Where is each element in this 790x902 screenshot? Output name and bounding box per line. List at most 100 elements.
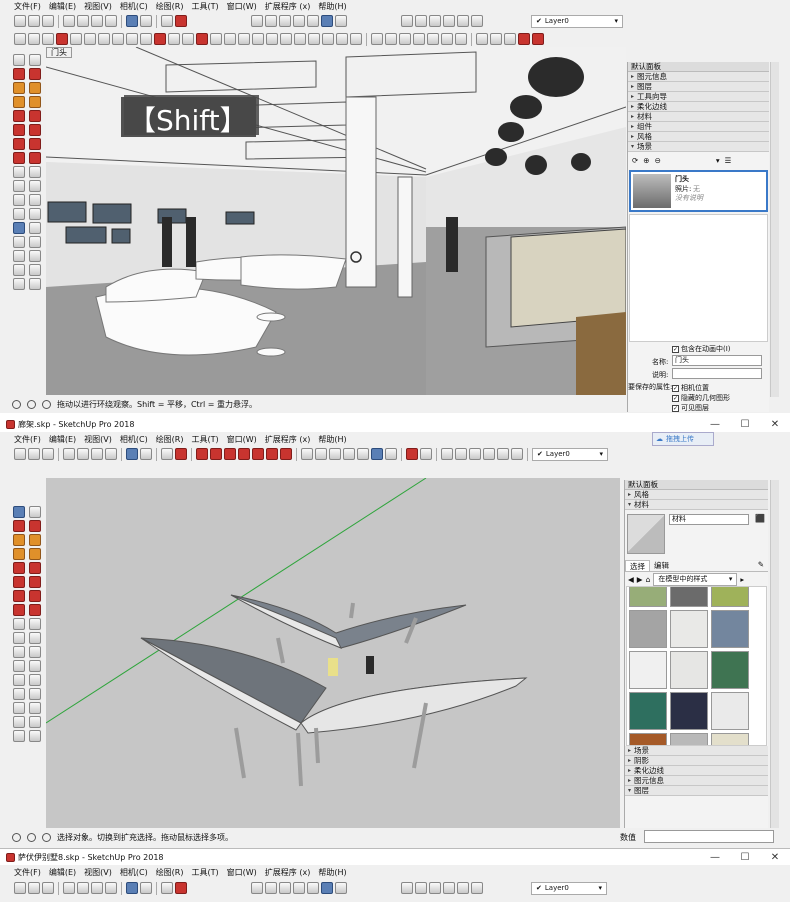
menu-help[interactable]: 帮助(H) bbox=[318, 867, 346, 878]
scale-icon[interactable] bbox=[252, 33, 264, 45]
maximize-button[interactable]: ☐ bbox=[730, 419, 760, 430]
hidden-line-icon[interactable] bbox=[293, 882, 305, 894]
material-swatch[interactable] bbox=[711, 651, 749, 689]
hidden-line-icon[interactable] bbox=[343, 448, 355, 460]
viewport[interactable]: 门头 【Shift】 bbox=[46, 47, 626, 395]
print-icon[interactable] bbox=[161, 448, 173, 460]
minimize-button[interactable]: — bbox=[700, 852, 730, 863]
paint-bucket-icon[interactable] bbox=[56, 33, 68, 45]
dim-tool-icon[interactable] bbox=[29, 180, 41, 192]
walk-icon[interactable] bbox=[490, 33, 502, 45]
back-icon[interactable]: ◀ bbox=[628, 575, 634, 584]
layer-dropdown[interactable]: ✔ Layer0 ▾ bbox=[531, 14, 623, 28]
sandbox-2-icon[interactable] bbox=[385, 33, 397, 45]
save-icon[interactable] bbox=[42, 15, 54, 27]
section-plane-icon[interactable] bbox=[406, 448, 418, 460]
refresh-icon[interactable]: ⟳ bbox=[632, 156, 638, 165]
offset-icon[interactable] bbox=[266, 33, 278, 45]
prop-layers-check[interactable]: ✓ 可见图层 bbox=[672, 403, 709, 412]
new-icon[interactable] bbox=[14, 448, 26, 460]
menu-view[interactable]: 视图(V) bbox=[84, 434, 112, 445]
zoom-extents-icon[interactable] bbox=[13, 702, 25, 714]
xray-icon[interactable] bbox=[251, 882, 263, 894]
tray-scrollbar[interactable] bbox=[770, 480, 779, 828]
iso-view-icon[interactable] bbox=[441, 448, 453, 460]
freehand-tool-icon[interactable] bbox=[29, 520, 41, 532]
material-swatch[interactable] bbox=[629, 587, 667, 607]
tape-tool-icon[interactable] bbox=[13, 632, 25, 644]
followme-tool-icon[interactable] bbox=[29, 152, 41, 164]
copy-icon[interactable] bbox=[77, 448, 89, 460]
arc2-tool-icon[interactable] bbox=[29, 562, 41, 574]
pie-icon[interactable] bbox=[182, 33, 194, 45]
tool-b-icon[interactable] bbox=[210, 448, 222, 460]
polygon-tool-icon[interactable] bbox=[29, 548, 41, 560]
menu-view[interactable]: 视图(V) bbox=[84, 1, 112, 12]
paste-icon[interactable] bbox=[91, 448, 103, 460]
menu-extensions[interactable]: 扩展程序 (x) bbox=[265, 1, 311, 12]
open-icon[interactable] bbox=[28, 448, 40, 460]
menu-draw[interactable]: 绘图(R) bbox=[156, 434, 184, 445]
front-view-icon[interactable] bbox=[429, 882, 441, 894]
move-tool-icon[interactable] bbox=[13, 138, 25, 150]
tray-scrollbar[interactable] bbox=[770, 62, 779, 397]
menu-icon[interactable]: ☰ bbox=[725, 156, 732, 165]
walk-tool-icon[interactable] bbox=[29, 264, 41, 276]
material-swatch[interactable] bbox=[711, 587, 749, 607]
tab-edit[interactable]: 编辑 bbox=[650, 560, 673, 571]
monochrome-icon[interactable] bbox=[385, 448, 397, 460]
menu-window[interactable]: 窗口(W) bbox=[227, 1, 257, 12]
circle-icon[interactable] bbox=[126, 33, 138, 45]
tool-a-icon[interactable] bbox=[196, 448, 208, 460]
arc-tool-icon[interactable] bbox=[13, 562, 25, 574]
axes-tool-icon[interactable] bbox=[13, 208, 25, 220]
print-icon[interactable] bbox=[161, 882, 173, 894]
axes-tool-icon[interactable] bbox=[13, 660, 25, 672]
menu-help[interactable]: 帮助(H) bbox=[318, 1, 346, 12]
collection-dropdown[interactable]: 在模型中的样式 ▾ bbox=[653, 572, 738, 586]
model-info-icon[interactable] bbox=[175, 882, 187, 894]
offset-tool-icon[interactable] bbox=[29, 618, 41, 630]
sandbox-1-icon[interactable] bbox=[371, 33, 383, 45]
material-name-field[interactable]: 材料 bbox=[669, 514, 749, 525]
menu-file[interactable]: 文件(F) bbox=[14, 434, 41, 445]
top-view-icon[interactable] bbox=[455, 448, 467, 460]
text-tool-icon[interactable] bbox=[29, 646, 41, 658]
erase-icon[interactable] bbox=[105, 15, 117, 27]
section-fill-icon[interactable] bbox=[420, 448, 432, 460]
cut-icon[interactable] bbox=[63, 448, 75, 460]
zoom-window-icon[interactable] bbox=[29, 236, 41, 248]
details-icon[interactable]: ▸ bbox=[740, 575, 744, 584]
top-view-icon[interactable] bbox=[415, 882, 427, 894]
shaded-textures-icon[interactable] bbox=[321, 882, 333, 894]
remove-icon[interactable]: ⊖ bbox=[655, 156, 661, 165]
maximize-button[interactable]: ☐ bbox=[730, 852, 760, 863]
wireframe-icon[interactable] bbox=[329, 448, 341, 460]
look-tool-icon[interactable] bbox=[13, 730, 25, 742]
zoom-tool-icon[interactable] bbox=[13, 688, 25, 700]
position-camera-icon[interactable] bbox=[13, 716, 25, 728]
back-edges-icon[interactable] bbox=[265, 882, 277, 894]
pie-tool-icon[interactable] bbox=[29, 576, 41, 588]
eraser-icon[interactable] bbox=[42, 33, 54, 45]
freehand-icon[interactable] bbox=[84, 33, 96, 45]
3d-text-icon[interactable] bbox=[350, 33, 362, 45]
section-tool-icon[interactable] bbox=[29, 278, 41, 290]
pie-tool-icon[interactable] bbox=[29, 124, 41, 136]
rectangle-icon[interactable] bbox=[98, 33, 110, 45]
protractor-icon[interactable] bbox=[308, 33, 320, 45]
back-edges-icon[interactable] bbox=[315, 448, 327, 460]
back-view-icon[interactable] bbox=[497, 448, 509, 460]
zoom-extents-icon[interactable] bbox=[13, 250, 25, 262]
pushpull-tool-icon[interactable] bbox=[29, 590, 41, 602]
menu-view[interactable]: 视图(V) bbox=[84, 867, 112, 878]
sandbox-3-icon[interactable] bbox=[399, 33, 411, 45]
xray-icon[interactable] bbox=[301, 448, 313, 460]
polygon-icon[interactable] bbox=[140, 33, 152, 45]
layer-dropdown[interactable]: ✔ Layer0 ▾ bbox=[532, 447, 608, 461]
rotrect-tool-icon[interactable] bbox=[29, 534, 41, 546]
dimension-icon[interactable] bbox=[294, 33, 306, 45]
tool-c-icon[interactable] bbox=[224, 448, 236, 460]
tool-g-icon[interactable] bbox=[280, 448, 292, 460]
menu-tools[interactable]: 工具(T) bbox=[192, 867, 219, 878]
